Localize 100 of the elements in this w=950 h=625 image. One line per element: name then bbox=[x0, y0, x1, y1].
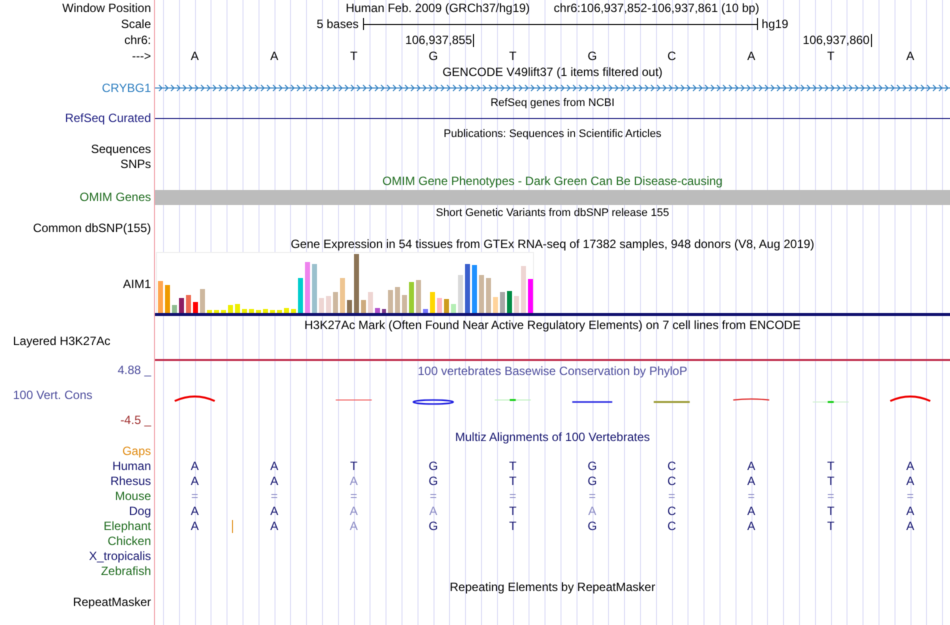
aligned-base: = bbox=[350, 489, 358, 504]
aligned-base: A bbox=[429, 504, 438, 519]
aligned-base: T bbox=[827, 504, 834, 519]
aligned-base: A bbox=[906, 519, 914, 534]
aligned-base: = bbox=[509, 489, 516, 504]
expression-bar bbox=[507, 291, 512, 313]
expression-bar bbox=[276, 310, 282, 313]
track-label[interactable]: CRYBG1 bbox=[102, 80, 151, 96]
expression-bar bbox=[326, 296, 331, 313]
aligned-base: A bbox=[350, 504, 358, 519]
track-label[interactable]: OMIM Genes bbox=[80, 190, 151, 205]
expression-bar bbox=[472, 265, 478, 313]
expression-bar bbox=[514, 296, 520, 313]
aligned-base: A bbox=[190, 459, 199, 474]
strand-label: ---> bbox=[132, 48, 151, 64]
expression-bar bbox=[234, 304, 240, 313]
expression-bar bbox=[360, 300, 366, 313]
expression-bar bbox=[388, 290, 394, 313]
expression-bar bbox=[430, 292, 436, 313]
aligned-base: A bbox=[190, 504, 199, 519]
expression-bar bbox=[395, 287, 400, 313]
aligned-base: = bbox=[748, 489, 755, 504]
aligned-base: A bbox=[747, 519, 756, 534]
expression-bar bbox=[354, 254, 359, 313]
expression-bar bbox=[158, 281, 163, 313]
reference-base: T bbox=[827, 48, 834, 64]
expression-bar bbox=[409, 282, 414, 313]
reference-base: T bbox=[350, 48, 358, 64]
track-title: Publications: Sequences in Scientific Articles bbox=[444, 126, 662, 142]
expression-bar bbox=[318, 298, 324, 313]
track-title: RefSeq genes from NCBI bbox=[490, 96, 615, 111]
expression-bar bbox=[220, 310, 226, 313]
species-label[interactable]: Chicken bbox=[108, 534, 151, 549]
track-label[interactable]: Common dbSNP(155) bbox=[32, 221, 151, 236]
reference-base: C bbox=[667, 48, 676, 64]
aligned-base: G bbox=[428, 459, 438, 474]
track-label[interactable]: SNPs bbox=[120, 157, 151, 172]
aligned-base: G bbox=[588, 474, 597, 489]
expression-bar bbox=[298, 278, 303, 313]
expression-bar bbox=[256, 310, 261, 313]
aligned-base: A bbox=[350, 519, 358, 534]
track-label[interactable]: RepeatMasker bbox=[72, 595, 151, 610]
expression-bar bbox=[242, 309, 247, 313]
aligned-base: = bbox=[827, 489, 834, 504]
species-label[interactable]: Rhesus bbox=[110, 474, 151, 489]
aligned-base: T bbox=[509, 519, 516, 534]
species-label[interactable]: Elephant bbox=[104, 519, 151, 534]
aligned-base: G bbox=[588, 459, 597, 474]
expression-bar bbox=[382, 309, 386, 313]
expression-bar bbox=[228, 305, 233, 313]
track-label[interactable]: Layered H3K27Ac bbox=[13, 334, 110, 349]
aligned-base: T bbox=[509, 474, 516, 489]
expression-bar bbox=[206, 310, 212, 313]
expression-bar bbox=[214, 310, 219, 313]
expression-bar bbox=[262, 309, 268, 313]
species-label[interactable]: X_tropicalis bbox=[88, 549, 151, 564]
species-label[interactable]: Human bbox=[112, 459, 151, 474]
row-label: Scale bbox=[120, 16, 151, 32]
track-title: OMIM Gene Phenotypes - Dark Green Can Be Disease-causing bbox=[382, 174, 723, 188]
position-text: chr6:106,937,852-106,937,861 (10 bp) bbox=[554, 0, 760, 16]
aligned-base: A bbox=[350, 474, 358, 489]
position-tick: 106,937,860 bbox=[802, 34, 872, 46]
aligned-base: T bbox=[827, 474, 834, 489]
expression-bar bbox=[493, 297, 498, 313]
aligned-base: C bbox=[667, 519, 676, 534]
expression-bar bbox=[284, 308, 289, 313]
aligned-base: A bbox=[588, 504, 596, 519]
aligned-base: A bbox=[906, 459, 914, 474]
expression-bar bbox=[374, 308, 380, 313]
track-label[interactable]: 100 Vert. Cons bbox=[0, 388, 154, 403]
expression-bar bbox=[465, 264, 470, 313]
aligned-base: T bbox=[509, 504, 516, 519]
aligned-base: C bbox=[667, 504, 676, 519]
species-label[interactable]: Mouse bbox=[114, 489, 151, 504]
aligned-base: T bbox=[827, 459, 834, 474]
reference-base: A bbox=[906, 48, 914, 64]
aligned-base: T bbox=[509, 459, 516, 474]
track-label[interactable]: Sequences bbox=[90, 142, 151, 157]
expression-bar bbox=[437, 298, 442, 313]
aligned-base: T bbox=[350, 459, 358, 474]
expression-bar bbox=[248, 309, 254, 313]
expression-bar bbox=[402, 295, 408, 313]
expression-bar bbox=[290, 309, 296, 313]
row-label: Window Position bbox=[62, 0, 151, 16]
track-label[interactable]: RefSeq Curated bbox=[64, 111, 151, 126]
reference-base: A bbox=[747, 48, 756, 64]
expression-bar bbox=[423, 309, 428, 313]
scale-max-label: 4.88 _ bbox=[118, 363, 152, 378]
aligned-base: A bbox=[270, 519, 278, 534]
species-label[interactable]: Dog bbox=[128, 504, 151, 519]
expression-bar bbox=[178, 298, 184, 313]
species-label[interactable]: Zebrafish bbox=[100, 564, 151, 579]
track-title: 100 vertebrates Basewise Conservation by PhyloP bbox=[418, 364, 688, 379]
track-label[interactable]: AIM1 bbox=[122, 276, 151, 292]
scale-min-label: -4.5 _ bbox=[120, 413, 152, 428]
expression-bar bbox=[270, 310, 275, 313]
expression-bar bbox=[528, 279, 534, 313]
aligned-base: A bbox=[906, 474, 914, 489]
expression-bar bbox=[340, 278, 345, 313]
aligned-base: G bbox=[428, 519, 438, 534]
